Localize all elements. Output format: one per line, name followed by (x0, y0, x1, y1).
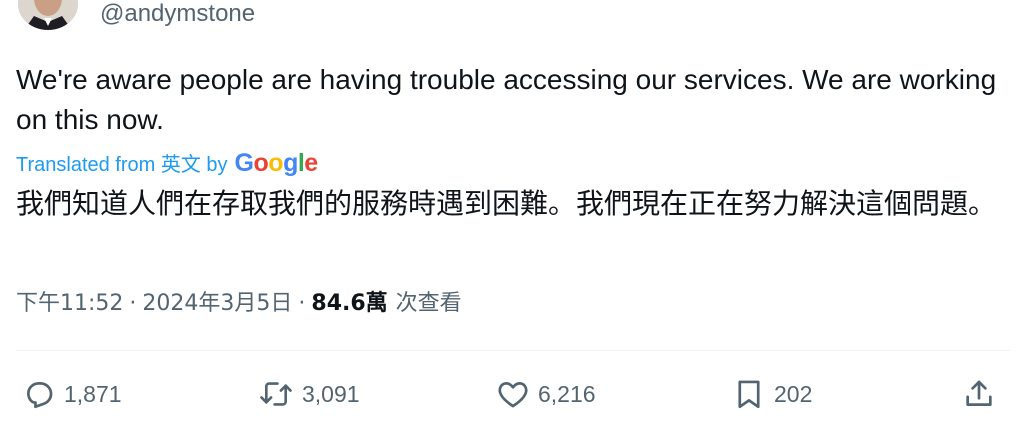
like-button[interactable]: 6,216 (496, 374, 596, 414)
translated-text: 我們知道人們在存取我們的服務時遇到困難。我們現在正在努力解決這個問題。 (16, 187, 997, 220)
like-count: 6,216 (538, 380, 596, 407)
share-button[interactable] (962, 374, 996, 414)
tweet-date[interactable]: 2024年3月5日 (142, 291, 292, 316)
reply-count: 1,871 (64, 380, 122, 407)
bookmark-button[interactable]: 202 (732, 374, 812, 414)
author-handle[interactable]: @andymstone (100, 0, 255, 28)
repost-icon (258, 377, 294, 411)
bookmark-count: 202 (774, 380, 813, 407)
repost-button[interactable]: 3,091 (258, 374, 360, 414)
views-label: 次查看 (395, 291, 462, 316)
meta-separator: · (129, 291, 137, 316)
reply-button[interactable]: 1,871 (22, 374, 122, 414)
tweet-text: We're aware people are having trouble ac… (16, 64, 997, 135)
divider (16, 350, 1010, 351)
translation-attribution: Translated from 英文 by Google (16, 150, 318, 178)
action-bar: 1,871 3,091 6,216 202 (22, 374, 1012, 414)
views-count[interactable]: 84.6萬 (311, 291, 387, 316)
avatar[interactable] (18, 0, 78, 30)
repost-count: 3,091 (302, 380, 360, 407)
google-logo[interactable]: Google (235, 150, 319, 176)
tweet-meta: 下午11:52 · 2024年3月5日 · 84.6萬 次查看 (16, 288, 462, 320)
heart-icon (496, 377, 530, 411)
meta-separator: · (298, 291, 306, 316)
share-icon (962, 377, 996, 411)
translation-label: Translated from 英文 by (16, 154, 228, 176)
reply-icon (22, 377, 56, 411)
bookmark-icon (732, 377, 766, 411)
tweet-time[interactable]: 下午11:52 (16, 291, 123, 316)
